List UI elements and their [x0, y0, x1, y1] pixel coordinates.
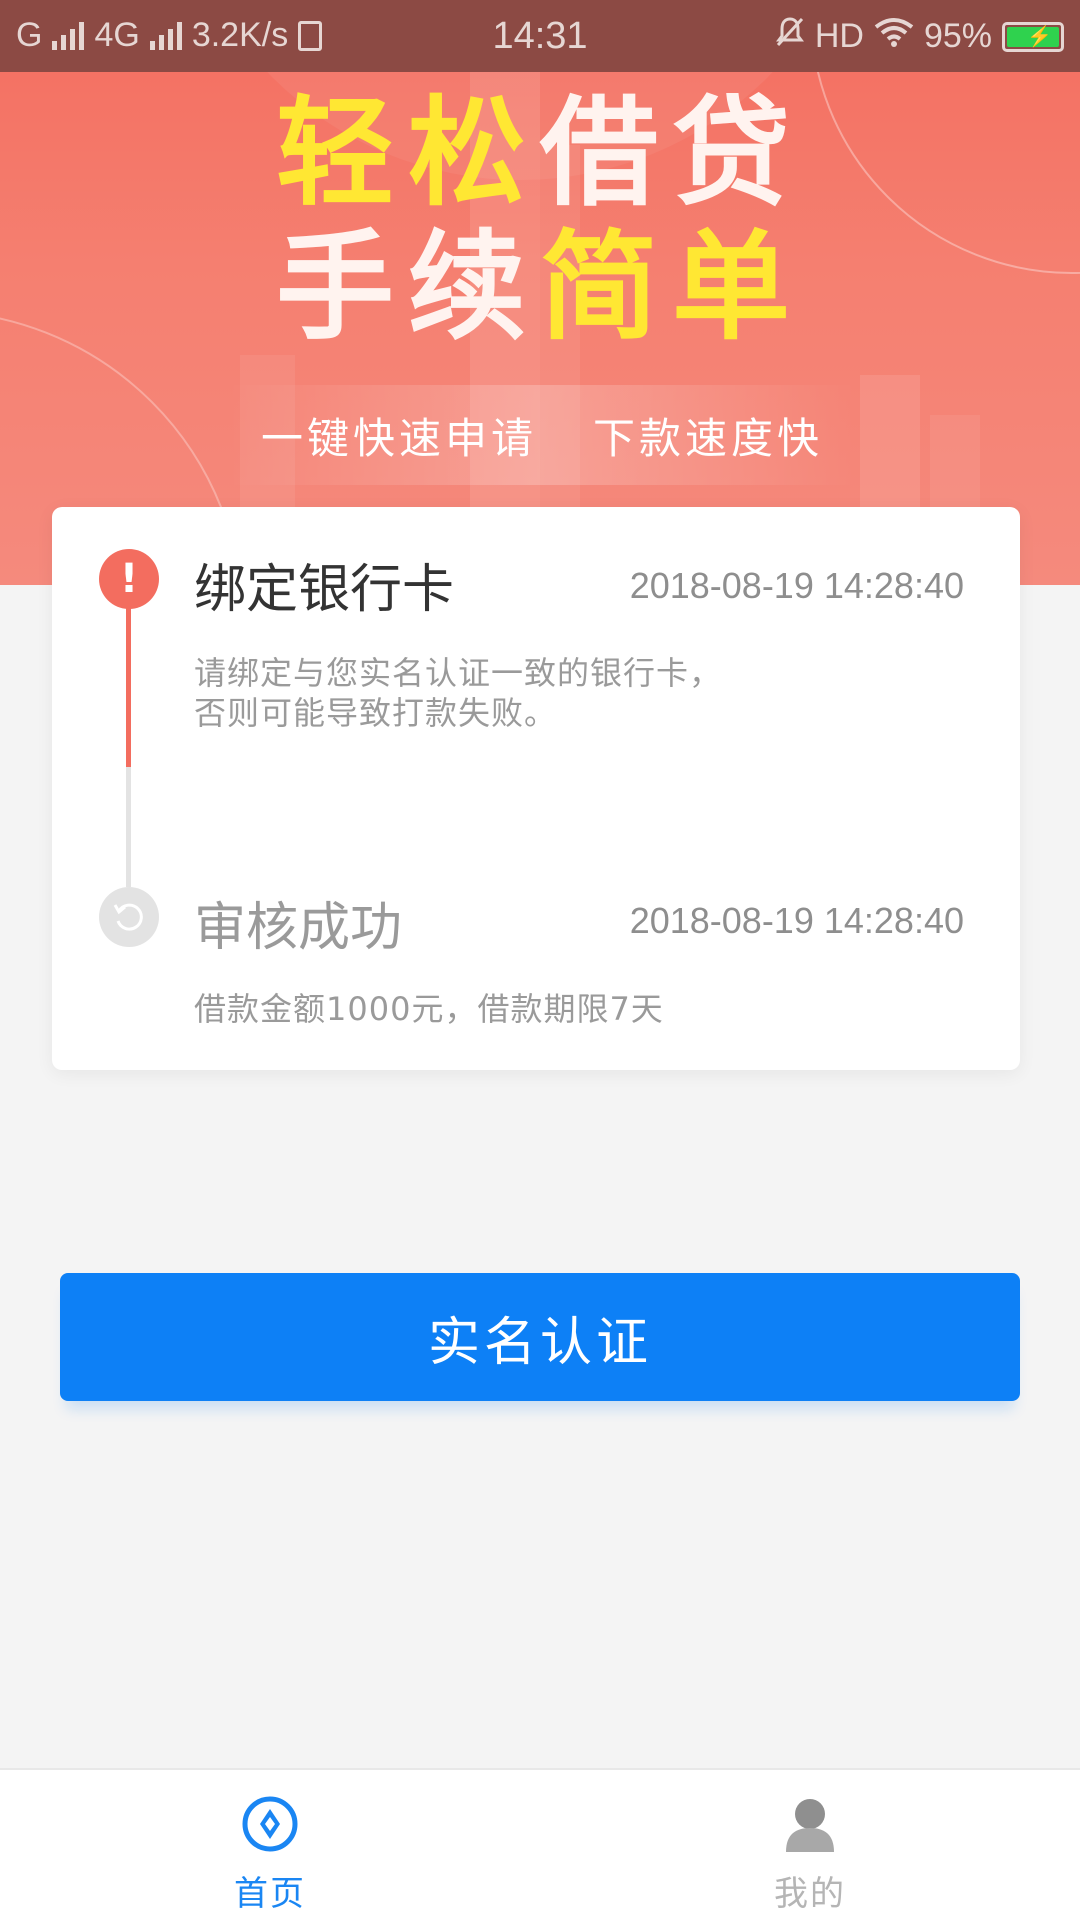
- step-time: 2018-08-19 14:28:40: [629, 900, 964, 941]
- tagline-speed: 下款速度快: [593, 413, 824, 463]
- mute-icon: [775, 16, 805, 57]
- step-description: 请绑定与您实名认证一致的银行卡，否则可能导致打款失败。: [194, 654, 723, 732]
- hd-label: HD: [814, 17, 864, 55]
- step-title[interactable]: 绑定银行卡: [194, 547, 454, 622]
- battery-icon: ⚡: [1002, 21, 1064, 52]
- wifi-icon: [874, 17, 914, 56]
- headline-highlight: 简单: [540, 218, 805, 356]
- status-bar: G 4G 3.2K/s 14:31 HD 95% ⚡: [0, 0, 1080, 72]
- headline-text: 借贷: [540, 84, 805, 222]
- step-title: 审核成功: [194, 898, 403, 958]
- headline-text: 手续: [275, 218, 540, 356]
- banner-skyline: [860, 375, 920, 525]
- promo-banner: 轻松借贷 手续简单 一键快速申请 下款速度快: [0, 0, 1080, 585]
- headline-highlight: 轻松: [275, 84, 540, 222]
- battery-level: 95%: [923, 17, 992, 55]
- tagline-apply: 一键快速申请: [260, 413, 537, 463]
- refresh-icon: [99, 887, 159, 947]
- step-time: 2018-08-19 14:28:40: [629, 565, 964, 606]
- step-description: 借款金额1000元，借款期限7天: [194, 990, 664, 1028]
- timeline-line-pending: [126, 767, 131, 887]
- nav-item-home[interactable]: 首页: [0, 1770, 540, 1920]
- banner-tagline: 一键快速申请 下款速度快: [228, 385, 856, 485]
- alert-icon: !: [99, 549, 159, 609]
- bottom-nav: 首页 我的: [0, 1768, 1080, 1920]
- verify-identity-button[interactable]: 实名认证: [60, 1273, 1020, 1401]
- nav-label: 首页: [234, 1874, 306, 1914]
- banner-headline-line1: 轻松借贷: [0, 88, 1080, 218]
- nav-label: 我的: [774, 1874, 846, 1914]
- banner-headline-line2: 手续简单: [0, 222, 1080, 352]
- app-screen: 轻松借贷 手续简单 一键快速申请 下款速度快 G 4G 3.2K/s 14:31…: [0, 0, 1080, 1920]
- timeline-line-done: [126, 607, 131, 767]
- progress-card: ! 绑定银行卡 2018-08-19 14:28:40 请绑定与您实名认证一致的…: [52, 507, 1020, 1070]
- nav-item-mine[interactable]: 我的: [540, 1770, 1080, 1920]
- user-icon: [780, 1794, 840, 1854]
- home-icon: [240, 1794, 300, 1854]
